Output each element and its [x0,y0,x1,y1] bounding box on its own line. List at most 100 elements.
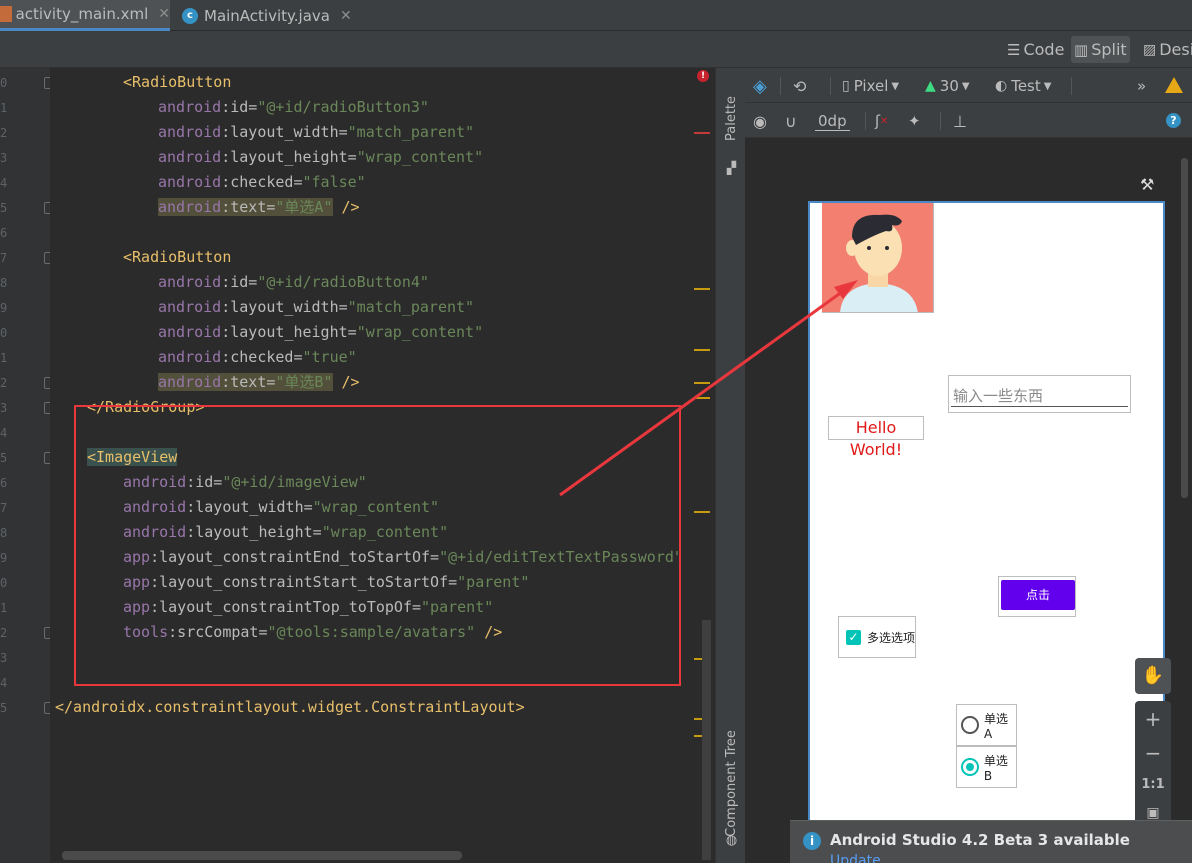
radio-b-label: 单选B [983,753,1008,783]
component-tree-tab[interactable]: Component Tree [718,718,745,848]
edit-text-underline [951,406,1128,407]
hello-world-textview[interactable]: Hello World! [828,416,924,459]
align-icon[interactable]: ⊥ [953,110,967,132]
line-number: 7 [0,501,8,515]
code-line[interactable]: </androidx.constraintlayout.widget.Const… [55,695,525,720]
clear-constraints-icon[interactable]: ʃ ✕ [875,110,888,132]
zoom-actual-size-button[interactable]: 1:1 [1135,777,1171,792]
device-selector[interactable]: ▯ Pixel ▼ [842,75,899,97]
tab-activity-main-xml[interactable]: activity_main.xml ✕ [0,0,170,31]
checkbox-bounds[interactable]: ✓ 多选选项 [838,616,916,658]
theme-selector[interactable]: ◐ Test ▼ [995,75,1051,97]
editor-horizontal-scrollbar[interactable] [62,851,462,860]
close-icon[interactable]: ✕ [340,8,352,24]
line-number: 8 [0,526,8,540]
code-token: "@+id/radioButton4" [257,273,429,291]
api-level-selector[interactable]: ▲ 30 ▼ [925,75,970,97]
code-line[interactable]: android:text="单选A" /> [158,195,360,220]
warning-stripe-marker[interactable] [694,382,710,384]
code-line[interactable]: android:id="@+id/radioButton4" [158,270,429,295]
phone-icon: ▯ [842,78,850,94]
code-line[interactable]: <RadioButton [123,245,231,270]
line-number: 4 [0,426,8,440]
click-button[interactable]: 点击 [1001,580,1075,610]
default-margin-value: 0dp [815,112,850,131]
close-icon[interactable]: ✕ [158,6,170,22]
overflow-chevron-icon[interactable]: » [1137,75,1146,97]
code-token: :text= [221,198,276,216]
code-line[interactable]: android:checked="false" [158,170,366,195]
code-line[interactable]: android:id="@+id/radioButton3" [158,95,429,120]
code-token: android [158,348,222,366]
warning-stripe-marker[interactable] [694,349,710,351]
zoom-fit-icon[interactable]: ▣ [1135,805,1171,821]
code-token: android [158,373,222,391]
error-stripe-marker[interactable] [694,132,710,134]
line-number: 8 [0,276,8,290]
code-token: /> [332,198,360,216]
radio-button-a[interactable]: 单选A [956,704,1017,746]
radio-unchecked-icon[interactable] [961,716,979,734]
edit-text-field[interactable]: 输入一些东西 [948,375,1131,413]
update-link[interactable]: Update... [830,853,894,863]
button-bounds[interactable]: 点击 [998,576,1076,617]
theme-label: Test [1011,77,1041,95]
line-number: 5 [0,201,8,215]
warning-stripe-marker[interactable] [694,288,710,290]
line-number: 3 [0,401,8,415]
line-number: 9 [0,301,8,315]
code-line[interactable]: android:layout_width="match_parent" [158,120,474,145]
wrench-icon[interactable]: ⚒ [1140,173,1154,195]
code-token: "wrap_content" [356,323,484,341]
line-number: 1 [0,101,8,115]
zoom-in-button[interactable]: + [1135,707,1171,731]
code-token: :layout_width= [221,298,348,316]
default-margin-field[interactable]: 0dp [815,110,850,132]
editor-vertical-scrollbar[interactable] [702,620,711,860]
zoom-out-button[interactable]: − [1135,741,1171,765]
android-icon: ▲ [925,78,936,94]
warning-stripe-marker[interactable] [694,397,710,399]
code-token: "@+id/radioButton3" [257,98,429,116]
code-line[interactable]: android:text="单选B" /> [158,370,360,395]
checkbox-checked-icon[interactable]: ✓ [846,629,861,645]
code-line[interactable]: android:checked="true" [158,345,357,370]
layers-icon[interactable]: ◈ [753,75,767,97]
warning-stripe-marker[interactable] [694,511,710,513]
radio-button-b[interactable]: 单选B [956,746,1017,788]
tab-mainactivity-java[interactable]: c MainActivity.java ✕ [182,0,357,31]
code-token: :checked= [221,173,303,191]
code-line[interactable]: android:layout_width="match_parent" [158,295,474,320]
orientation-icon[interactable]: ⟲ [793,75,806,97]
view-mode-bar: ☰ Code ▥ Split ▨ Desi [0,31,1192,68]
code-view-button[interactable]: ☰ Code [1004,36,1067,63]
eye-icon[interactable]: ◉ [753,110,767,132]
code-line[interactable]: <RadioButton [123,70,231,95]
avatar-image-view[interactable] [822,203,934,313]
pan-hand-button[interactable]: ✋ [1135,658,1171,694]
warning-icon[interactable] [1165,77,1183,93]
line-number: 5 [0,701,8,715]
code-token: :text= [221,373,276,391]
palette-tab[interactable]: Palette [718,78,745,158]
code-token: android [158,98,222,116]
update-notification[interactable]: i Android Studio 4.2 Beta 3 available Up… [790,820,1192,863]
design-toolbar-bottom: ◉ ∪ 0dp ʃ ✕ ✦ ⊥ [745,103,1192,138]
code-token: android [158,198,222,216]
design-view-button[interactable]: ▨ Desi [1140,36,1192,63]
split-view-button[interactable]: ▥ Split [1071,36,1130,63]
code-line[interactable]: android:layout_height="wrap_content" [158,320,483,345]
design-vertical-scrollbar[interactable] [1181,158,1188,498]
infer-constraints-icon[interactable]: ✦ [908,110,921,132]
zoom-controls: + − 1:1 ▣ [1135,701,1171,831]
magnet-icon[interactable]: ∪ [785,110,797,132]
code-line[interactable]: android:layout_height="wrap_content" [158,145,483,170]
notification-title: Android Studio 4.2 Beta 3 available [830,831,1130,849]
error-indicator-icon[interactable]: ! [697,70,709,82]
line-number: 2 [0,126,8,140]
radio-checked-icon[interactable] [961,758,979,776]
line-number: 3 [0,651,8,665]
line-number: 0 [0,76,8,90]
help-icon[interactable]: ? [1166,113,1181,128]
line-number: 4 [0,176,8,190]
